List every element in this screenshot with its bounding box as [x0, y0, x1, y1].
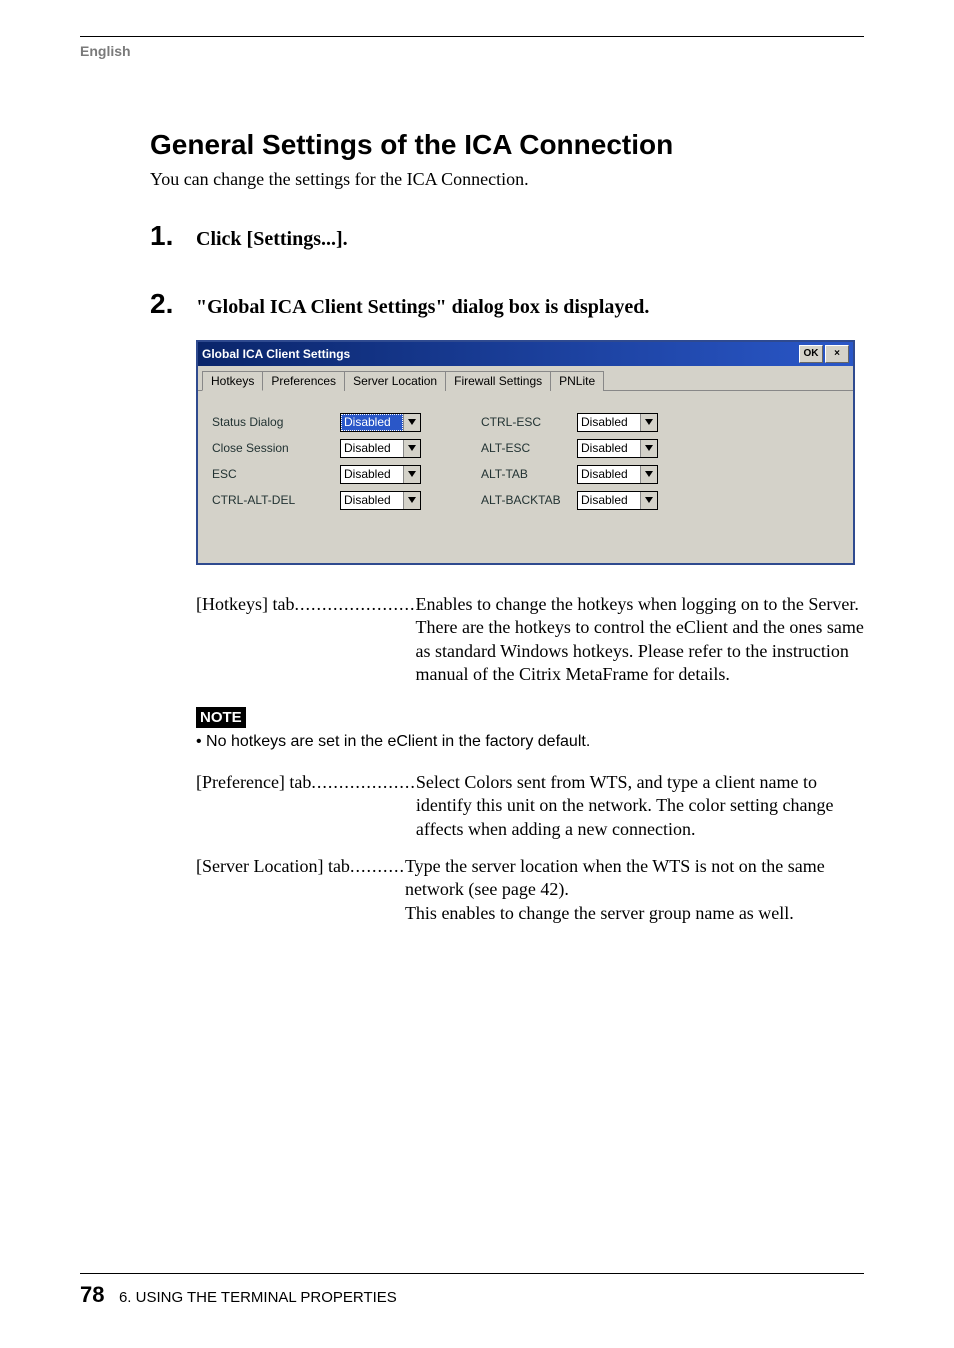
combo-alt-backtab[interactable]: Disabled: [577, 491, 658, 510]
header-language: English: [80, 43, 864, 59]
note-bullet: • No hotkeys are set in the eClient in t…: [196, 732, 864, 753]
combo-value: Disabled: [341, 440, 403, 457]
hotkey-label-close-session: Close Session: [212, 441, 340, 455]
combo-ctrl-alt-del[interactable]: Disabled: [340, 491, 421, 510]
footer: 78 6. USING THE TERMINAL PROPERTIES: [80, 1273, 864, 1308]
hotkey-label-alt-esc: ALT-ESC: [481, 441, 577, 455]
tab-pnlite[interactable]: PNLite: [550, 371, 604, 391]
hotkey-row: ESC Disabled ALT-TAB Disabled: [212, 461, 839, 487]
page-number: 78: [80, 1282, 104, 1307]
dialog-title: Global ICA Client Settings: [202, 347, 797, 361]
chevron-down-icon[interactable]: [640, 440, 657, 457]
combo-value: Disabled: [341, 414, 403, 431]
chevron-down-icon[interactable]: [403, 492, 420, 509]
footer-line: 78 6. USING THE TERMINAL PROPERTIES: [80, 1282, 864, 1308]
def-text-line1: Type the server location when the WTS is…: [405, 856, 825, 899]
def-preference: [Preference] tab ................... Sel…: [196, 771, 864, 841]
step-text: Click [Settings...].: [196, 228, 348, 251]
tab-server-location[interactable]: Server Location: [344, 371, 446, 391]
combo-value: Disabled: [341, 492, 403, 509]
footer-rule: [80, 1273, 864, 1274]
note-label: NOTE: [196, 707, 246, 729]
hotkey-label-alt-tab: ALT-TAB: [481, 467, 577, 481]
hotkey-label-ctrl-esc: CTRL-ESC: [481, 415, 577, 429]
combo-value: Disabled: [578, 414, 640, 431]
def-term: [Server Location] tab: [196, 855, 350, 925]
def-dots: ...................: [311, 771, 416, 841]
step-2: 2. "Global ICA Client Settings" dialog b…: [150, 288, 864, 320]
chevron-down-icon[interactable]: [640, 466, 657, 483]
header-rule: [80, 36, 864, 37]
combo-value: Disabled: [578, 492, 640, 509]
combo-value: Disabled: [578, 466, 640, 483]
combo-esc[interactable]: Disabled: [340, 465, 421, 484]
def-text-line2: This enables to change the server group …: [405, 903, 794, 923]
def-term: [Hotkeys] tab: [196, 593, 294, 687]
close-button[interactable]: ×: [825, 345, 849, 363]
hotkey-row: Status Dialog Disabled CTRL-ESC Disabled: [212, 409, 839, 435]
tab-hotkeys[interactable]: Hotkeys: [202, 371, 263, 391]
combo-close-session[interactable]: Disabled: [340, 439, 421, 458]
tab-firewall-settings[interactable]: Firewall Settings: [445, 371, 551, 391]
hotkey-label-esc: ESC: [212, 467, 340, 481]
chevron-down-icon[interactable]: [403, 414, 420, 431]
chevron-down-icon[interactable]: [640, 492, 657, 509]
chevron-down-icon[interactable]: [640, 414, 657, 431]
combo-alt-tab[interactable]: Disabled: [577, 465, 658, 484]
page: English General Settings of the ICA Conn…: [0, 0, 954, 1348]
def-server-location: [Server Location] tab .......... Type th…: [196, 855, 864, 925]
def-text: Select Colors sent from WTS, and type a …: [416, 771, 864, 841]
def-text: Type the server location when the WTS is…: [405, 855, 864, 925]
step-text: "Global ICA Client Settings" dialog box …: [196, 296, 649, 319]
combo-ctrl-esc[interactable]: Disabled: [577, 413, 658, 432]
combo-value: Disabled: [341, 466, 403, 483]
dialog-screenshot: Global ICA Client Settings OK × Hotkeys …: [196, 340, 864, 565]
step-1: 1. Click [Settings...].: [150, 220, 864, 252]
hotkey-label-status-dialog: Status Dialog: [212, 415, 340, 429]
step-number: 2.: [150, 288, 196, 320]
hotkey-row: CTRL-ALT-DEL Disabled ALT-BACKTAB Disabl…: [212, 487, 839, 513]
global-ica-dialog: Global ICA Client Settings OK × Hotkeys …: [196, 340, 855, 565]
content: General Settings of the ICA Connection Y…: [150, 129, 864, 320]
def-hotkeys: [Hotkeys] tab ...................... Ena…: [196, 593, 864, 687]
dialog-titlebar: Global ICA Client Settings OK ×: [198, 342, 853, 366]
step-number: 1.: [150, 220, 196, 252]
chapter-title: 6. USING THE TERMINAL PROPERTIES: [119, 1289, 397, 1306]
intro-text: You can change the settings for the ICA …: [150, 169, 864, 190]
def-dots: ......................: [294, 593, 415, 687]
def-dots: ..........: [350, 855, 405, 925]
hotkey-label-ctrl-alt-del: CTRL-ALT-DEL: [212, 493, 340, 507]
dialog-body: Status Dialog Disabled CTRL-ESC Disabled…: [198, 391, 853, 563]
chevron-down-icon[interactable]: [403, 440, 420, 457]
hotkey-label-alt-backtab: ALT-BACKTAB: [481, 493, 577, 507]
tab-preferences[interactable]: Preferences: [262, 371, 345, 391]
page-title: General Settings of the ICA Connection: [150, 129, 864, 161]
def-term: [Preference] tab: [196, 771, 311, 841]
def-text: Enables to change the hotkeys when loggi…: [415, 593, 864, 687]
combo-value: Disabled: [578, 440, 640, 457]
definitions: [Hotkeys] tab ...................... Ena…: [196, 593, 864, 925]
hotkey-row: Close Session Disabled ALT-ESC Disabled: [212, 435, 839, 461]
chevron-down-icon[interactable]: [403, 466, 420, 483]
combo-status-dialog[interactable]: Disabled: [340, 413, 421, 432]
combo-alt-esc[interactable]: Disabled: [577, 439, 658, 458]
tabstrip: Hotkeys Preferences Server Location Fire…: [198, 366, 853, 391]
ok-button[interactable]: OK: [799, 345, 823, 363]
